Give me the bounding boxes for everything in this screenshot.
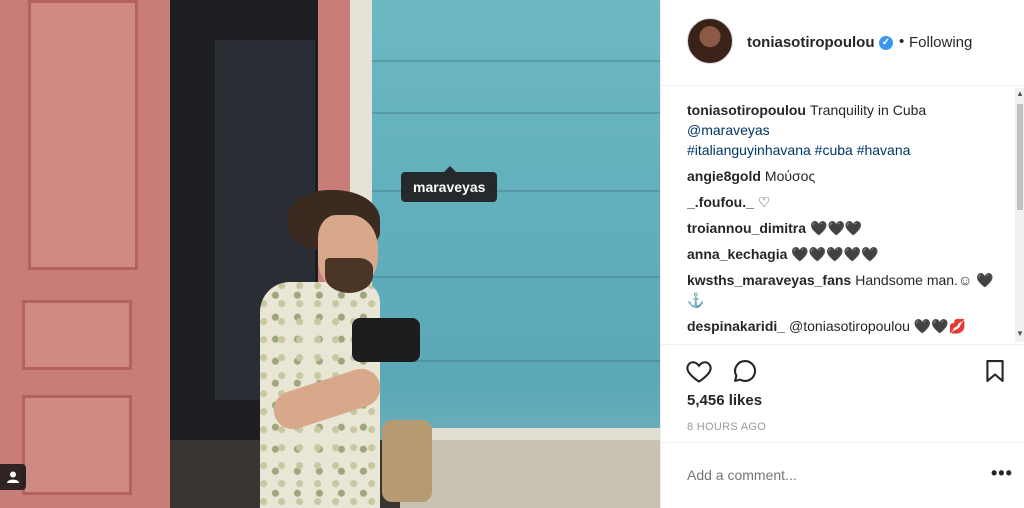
comment-username[interactable]: kwsths_maraveyas_fans: [687, 272, 851, 288]
caption-text: Tranquility in Cuba: [809, 102, 927, 118]
following-button[interactable]: Following: [909, 34, 972, 51]
header-username[interactable]: toniasotiropoulou: [747, 34, 874, 51]
user-tag-tooltip[interactable]: maraveyas: [401, 166, 498, 202]
comment-text: ♡: [757, 194, 771, 210]
post-sidebar: toniasotiropoulou ✓ • Following toniasot…: [660, 0, 1024, 508]
photo-person-beard: [325, 258, 373, 293]
add-comment-bar: •••: [661, 442, 1024, 508]
comment-text: 🖤🖤🖤: [810, 220, 863, 236]
post-photo[interactable]: maraveyas: [0, 0, 660, 508]
post-timestamp: 8 HOURS AGO: [687, 421, 767, 433]
photo-wall-line: [370, 112, 660, 114]
photo-wall-line: [370, 276, 660, 278]
list-item: kwsths_maraveyas_fans Handsome man.☺ 🖤⚓: [687, 270, 1007, 310]
caption: toniasotiropoulou Tranquility in Cuba @ma…: [687, 100, 1007, 160]
photo-wall-ledge: [400, 428, 660, 440]
comment-text: Μούσος: [764, 168, 816, 184]
comment-username[interactable]: anna_kechagia: [687, 246, 787, 262]
comment-username[interactable]: troiannou_dimitra: [687, 220, 806, 236]
list-item: despinakaridi_ @toniasotiropoulou 🖤🖤💋: [687, 316, 1007, 336]
caption-username[interactable]: toniasotiropoulou: [687, 102, 806, 118]
avatar[interactable]: [687, 18, 733, 64]
comment-username[interactable]: _.foufou._: [687, 194, 754, 210]
comment-icon[interactable]: [731, 357, 759, 385]
photo-wall-base: [400, 428, 660, 508]
photo-door-panel: [22, 300, 132, 370]
caption-mention[interactable]: @maraveyas: [687, 122, 770, 138]
scroll-up-icon[interactable]: ▲: [1015, 88, 1024, 100]
bookmark-icon[interactable]: [981, 357, 1009, 385]
scroll-down-icon[interactable]: ▼: [1015, 328, 1024, 340]
photo-wall-line: [370, 60, 660, 62]
more-options-icon[interactable]: •••: [991, 463, 1013, 484]
comment-username[interactable]: despinakaridi_: [687, 318, 785, 334]
user-tag-icon[interactable]: [0, 464, 26, 490]
comments-scroll-thumb[interactable]: [1017, 104, 1023, 210]
post-header: toniasotiropoulou ✓ • Following: [661, 0, 1024, 86]
comment-input[interactable]: [687, 465, 977, 485]
likes-count[interactable]: 5,456 likes: [687, 392, 762, 409]
photo-door-panel: [22, 395, 132, 495]
verified-badge-icon: ✓: [879, 36, 893, 50]
comment-text: 🖤🖤🖤🖤🖤: [791, 246, 879, 262]
photo-door-panel: [28, 0, 138, 270]
comments-list[interactable]: toniasotiropoulou Tranquility in Cuba @ma…: [687, 100, 1007, 342]
list-item: troiannou_dimitra 🖤🖤🖤: [687, 218, 1007, 238]
list-item: angie8gold Μούσος: [687, 166, 1007, 186]
list-item: anna_kechagia 🖤🖤🖤🖤🖤: [687, 244, 1007, 264]
list-item: _.foufou._ ♡: [687, 192, 1007, 212]
photo-camera: [352, 318, 420, 362]
heart-icon[interactable]: [685, 357, 713, 385]
comment-text: @toniasotiropoulou 🖤🖤💋: [789, 318, 967, 334]
caption-hashtags[interactable]: #italianguyinhavana #cuba #havana: [687, 142, 910, 158]
comment-username[interactable]: angie8gold: [687, 168, 761, 184]
header-separator: •: [899, 33, 905, 50]
action-bar: [661, 344, 1024, 394]
photo-bag: [382, 420, 432, 502]
